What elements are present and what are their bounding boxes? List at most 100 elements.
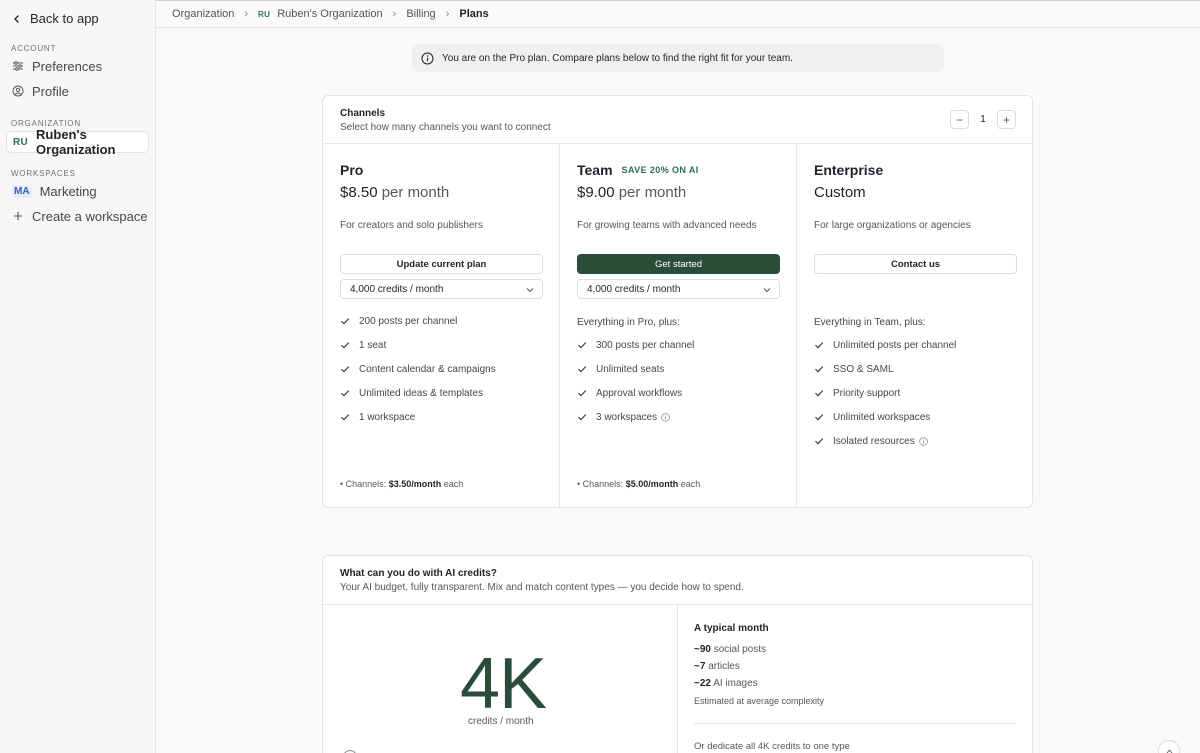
sidebar-item-marketing[interactable]: MA Marketing: [6, 180, 149, 202]
plan-name: Enterprise: [814, 162, 883, 178]
info-icon[interactable]: [661, 412, 670, 422]
sidebar-item-profile[interactable]: Profile: [6, 80, 149, 102]
feature-text: 200 posts per channel: [359, 315, 458, 327]
check-icon: [341, 318, 350, 325]
feature-item: Approval workflows: [577, 381, 694, 405]
notice-text: You are on the Pro plan. Compare plans b…: [442, 52, 793, 64]
credits-select[interactable]: 4,000 credits / month: [577, 279, 780, 299]
check-icon: [341, 414, 350, 421]
divider: [677, 605, 678, 753]
increment-button[interactable]: +: [997, 110, 1016, 129]
check-icon: [341, 366, 350, 373]
sidebar-item-label: Profile: [32, 83, 69, 99]
plan-price-amount: $8.50: [340, 184, 378, 201]
channel-price-note: • Channels: $5.00/month each: [577, 479, 701, 489]
feature-item: 3 workspaces: [577, 405, 694, 429]
feature-text: Unlimited ideas & templates: [359, 387, 483, 399]
plans-card: Channels Select how many channels you wa…: [322, 95, 1033, 508]
channel-note-suffix: each: [443, 479, 464, 489]
check-icon: [815, 414, 824, 421]
check-icon: [815, 366, 824, 373]
channels-count: 1: [980, 114, 986, 125]
feature-item: Priority support: [814, 381, 956, 405]
back-to-app-label: Back to app: [30, 11, 99, 26]
check-icon: [815, 438, 824, 445]
typical-item-num: ~90: [694, 644, 711, 655]
credits-title: What can you do with AI credits?: [340, 568, 497, 579]
feature-item: Unlimited seats: [577, 357, 694, 381]
plan-intro: Everything in Pro, plus:: [577, 317, 680, 328]
feature-item: Unlimited ideas & templates: [340, 381, 496, 405]
feature-item: Unlimited workspaces: [814, 405, 956, 429]
plan-description: For creators and solo publishers: [340, 220, 483, 231]
chevron-right-icon: ›: [244, 8, 249, 20]
breadcrumb-current: Plans: [459, 8, 489, 20]
plan-notice: You are on the Pro plan. Compare plans b…: [412, 44, 944, 72]
back-to-app-link[interactable]: Back to app: [12, 11, 99, 26]
feature-text: Isolated resources: [833, 435, 915, 447]
plus-icon: [14, 212, 22, 220]
credits-big-number: 4K: [460, 644, 547, 724]
plan-intro: Everything in Team, plus:: [814, 317, 926, 328]
channel-price-note: • Channels: $3.50/month each: [340, 479, 464, 489]
feature-item: 300 posts per channel: [577, 333, 694, 357]
typical-item: ~7 articles: [694, 661, 740, 672]
typical-item-label: articles: [708, 661, 740, 672]
update-current-plan-button[interactable]: Update current plan: [340, 254, 543, 274]
feature-list: Unlimited posts per channel SSO & SAML P…: [814, 333, 956, 453]
chevron-down-icon: [526, 288, 534, 293]
channels-header: Channels Select how many channels you wa…: [323, 96, 1032, 144]
plan-price-amount: $9.00: [577, 184, 615, 201]
credits-select-value: 4,000 credits / month: [587, 283, 681, 295]
typical-item: ~90 social posts: [694, 644, 766, 655]
dedicate-text: Or dedicate all 4K credits to one type: [694, 741, 850, 752]
check-icon: [578, 390, 587, 397]
chevron-up-icon: [1166, 748, 1172, 753]
typical-month-title: A typical month: [694, 623, 769, 634]
channel-note-prefix: Channels:: [345, 479, 387, 489]
feature-text: Approval workflows: [596, 387, 683, 399]
sidebar-item-preferences[interactable]: Preferences: [6, 55, 149, 77]
plan-price-suffix: per month: [381, 184, 450, 201]
feature-list: 300 posts per channel Unlimited seats Ap…: [577, 333, 694, 429]
workspace-badge: MA: [12, 184, 32, 198]
get-started-button[interactable]: Get started: [577, 254, 780, 274]
create-workspace-label: Create a workspace: [32, 208, 148, 224]
info-icon[interactable]: [918, 436, 928, 446]
plan-name-text: Pro: [340, 162, 364, 178]
breadcrumb-ruben-org[interactable]: RU Ruben's Organization: [258, 8, 383, 20]
contact-us-button[interactable]: Contact us: [814, 254, 1017, 274]
feature-text: Priority support: [833, 387, 901, 399]
estimate-note: Estimated at average complexity: [694, 696, 825, 706]
check-icon: [578, 342, 587, 349]
plan-name-text: Enterprise: [814, 162, 884, 178]
save-badge: SAVE 20% ON AI: [621, 165, 699, 175]
feature-text: 300 posts per channel: [596, 339, 695, 351]
feature-text: 1 seat: [359, 339, 387, 351]
credits-select[interactable]: 4,000 credits / month: [340, 279, 543, 299]
decrement-button[interactable]: −: [950, 110, 969, 129]
breadcrumb-organization[interactable]: Organization: [172, 8, 234, 20]
info-icon: [421, 52, 434, 64]
section-label-workspaces: WORKSPACES: [11, 169, 76, 178]
channels-subtitle: Select how many channels you want to con…: [340, 122, 551, 133]
org-badge: RU: [13, 136, 29, 148]
sidebar-item-organization[interactable]: RU Ruben's Organization: [6, 127, 149, 157]
breadcrumb: Organization › RU Ruben's Organization › …: [156, 0, 1200, 28]
sidebar-item-label: Preferences: [32, 58, 103, 74]
plan-price-amount: Custom: [814, 184, 866, 201]
feature-item: SSO & SAML: [814, 357, 956, 381]
user-circle-icon: [12, 85, 24, 97]
channels-stepper: − 1 +: [950, 110, 1016, 129]
breadcrumb-billing[interactable]: Billing: [406, 8, 435, 20]
feature-text: 1 workspace: [359, 411, 416, 423]
plan-description: For growing teams with advanced needs: [577, 220, 757, 231]
create-workspace-button[interactable]: Create a workspace: [6, 205, 149, 227]
plan-team: Team SAVE 20% ON AI $9.00 per month For g…: [559, 144, 796, 508]
ai-credits-card: What can you do with AI credits? Your AI…: [322, 555, 1033, 753]
feature-item: Unlimited posts per channel: [814, 333, 956, 357]
plan-name-text: Team: [577, 162, 613, 178]
feature-list: 200 posts per channel 1 seat Content cal…: [340, 309, 496, 429]
feature-item: Isolated resources: [814, 429, 956, 453]
divider: [694, 723, 1016, 724]
